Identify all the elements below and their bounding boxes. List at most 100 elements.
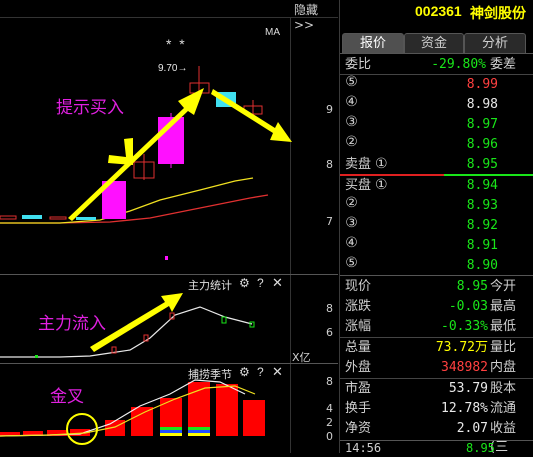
inflow-annotation: 主力流入 — [38, 314, 106, 334]
buy-row: ② 8.93 — [340, 194, 533, 215]
flow-marker — [35, 355, 38, 358]
tab-quote[interactable]: 报价 — [342, 33, 404, 53]
buy-price: 8.91 — [466, 238, 498, 253]
stat-label: 股本 — [490, 381, 517, 396]
stat-label: 最高 — [490, 299, 517, 314]
yellow-arrow — [96, 128, 133, 165]
order-ratio-value: -29.80% — [431, 57, 486, 72]
candle — [22, 215, 42, 219]
stat-label: 换手 — [345, 401, 372, 416]
stat-label: 收益(三 — [490, 421, 517, 455]
order-ratio-row: 委比 -29.80% 委差 — [340, 55, 533, 74]
sell-row: ③ 8.97 — [340, 113, 533, 134]
season-bar — [160, 398, 182, 427]
stat-value: -0.03 — [448, 299, 488, 314]
stat-label: 涨跌 — [345, 299, 372, 314]
buy-signal-annotation: 提示买入 — [56, 98, 124, 118]
stat-row: 现价 8.95 今开 — [340, 277, 533, 296]
sell-price: 8.97 — [466, 117, 498, 132]
stat-label: 今开 — [490, 279, 517, 294]
season-stripe — [160, 433, 182, 436]
flow-bar — [249, 321, 255, 328]
stock-code: 002361 — [415, 3, 462, 19]
sell-label: 卖盘 — [345, 157, 372, 172]
buy-level: ⑤ — [345, 254, 358, 270]
flow-bar — [221, 316, 227, 324]
stat-label: 量比 — [490, 340, 517, 355]
stat-row: 涨幅 -0.33% 最低 — [340, 317, 533, 336]
buy-row: ⑤ 8.90 — [340, 254, 533, 275]
stat-label: 内盘 — [490, 360, 517, 375]
stat-label: 外盘 — [345, 360, 372, 375]
candle-small — [165, 256, 168, 260]
buy-row: ④ 8.91 — [340, 234, 533, 255]
stat-label: 流通 — [490, 401, 517, 416]
season-chart — [0, 379, 265, 445]
buy-row: 买盘 ① 8.94 — [340, 176, 533, 195]
stat-row: 外盘 348982 内盘 — [340, 358, 533, 377]
sell-level: ② — [345, 133, 358, 149]
season-bar — [131, 407, 153, 436]
season-stripe — [188, 427, 210, 430]
buy-level: ③ — [345, 214, 358, 230]
sell-level: ④ — [345, 93, 358, 109]
stat-row: 涨跌 -0.03 最高 — [340, 297, 533, 316]
stat-label: 现价 — [345, 279, 372, 294]
stat-value: 12.78% — [441, 401, 488, 416]
order-ratio-label: 委比 — [345, 57, 372, 72]
sell-price: 8.96 — [466, 137, 498, 152]
season-bar — [188, 382, 210, 427]
tab-bar: 报价 资金 分析 — [340, 33, 533, 54]
buy-price: 8.93 — [466, 198, 498, 213]
tab-analysis[interactable]: 分析 — [464, 33, 526, 53]
stat-row: 净资 2.07 收益(三 — [340, 419, 533, 455]
candle — [0, 215, 17, 220]
buy-price: 8.94 — [466, 178, 498, 193]
season-stripe — [160, 427, 182, 430]
candlestick-chart — [0, 66, 292, 260]
sell-price: 8.95 — [466, 157, 498, 172]
buy-row: ③ 8.92 — [340, 214, 533, 235]
stock-name: 神剑股份 — [470, 6, 526, 22]
sell-row: ⑤ 8.99 — [340, 73, 533, 94]
sell-price: 8.98 — [466, 97, 498, 112]
stat-value: 53.79 — [448, 381, 488, 396]
buy-level: ① — [375, 177, 388, 193]
stat-label: 最低 — [490, 319, 517, 334]
stat-row: 市盈 53.79 股本 — [340, 379, 533, 398]
stat-value: 8.95 — [456, 279, 488, 294]
stat-row: 总量 73.72万 量比 — [340, 338, 533, 357]
kline-chart-area[interactable]: 隐藏>> MA * * 9.70→ 9 8 7 提示买入 主力统计 ⚙ ? ✕ … — [0, 0, 338, 453]
stat-value: 2.07 — [456, 421, 488, 436]
sell-level: ① — [375, 156, 388, 172]
buy-level: ② — [345, 194, 358, 210]
season-stripe — [160, 430, 182, 433]
stat-label: 总量 — [345, 340, 372, 355]
buy-label: 买盘 — [345, 178, 372, 193]
stat-value: 73.72万 — [435, 340, 488, 355]
buy-price: 8.90 — [466, 258, 498, 273]
order-diff-label: 委差 — [490, 57, 517, 72]
stat-label: 市盈 — [345, 381, 372, 396]
season-bar — [216, 384, 238, 436]
stat-value: -0.33% — [441, 319, 488, 334]
stat-row: 换手 12.78% 流通 — [340, 399, 533, 418]
sell-level: ⑤ — [345, 73, 358, 89]
buy-level: ④ — [345, 234, 358, 250]
sell-level: ③ — [345, 113, 358, 129]
sell-row: 卖盘 ① 8.95 — [340, 155, 533, 174]
candle — [76, 217, 96, 220]
stat-value: 348982 — [441, 360, 488, 375]
buy-price: 8.92 — [466, 218, 498, 233]
season-stripe — [188, 430, 210, 433]
tab-funds[interactable]: 资金 — [404, 33, 464, 53]
candle — [49, 216, 67, 220]
sell-price: 8.99 — [466, 77, 498, 92]
quote-panel: 002361 神剑股份 报价 资金 分析 委比 -29.80% 委差 ⑤ 8.9… — [339, 0, 533, 455]
stat-label: 净资 — [345, 421, 372, 436]
yellow-arrow — [211, 89, 292, 142]
sell-row: ④ 8.98 — [340, 93, 533, 114]
golden-cross-annotation: 金叉 — [50, 387, 84, 407]
season-bar — [243, 400, 265, 436]
season-stripe — [188, 433, 210, 436]
